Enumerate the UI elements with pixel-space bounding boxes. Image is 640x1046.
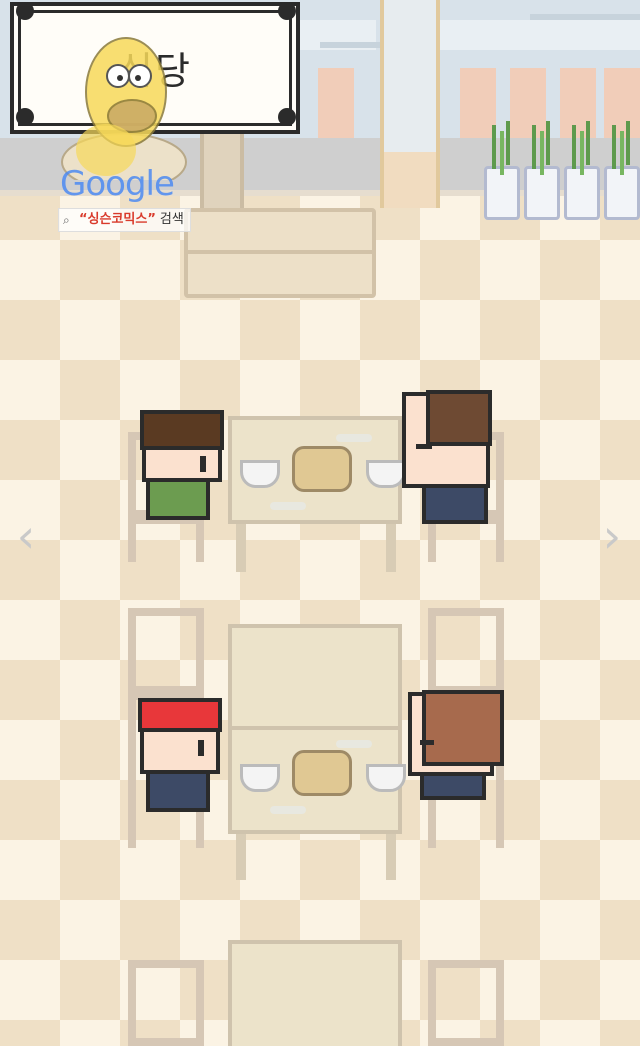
wall-window (510, 68, 546, 138)
table (228, 416, 406, 524)
side-dish (336, 740, 372, 748)
chevron-left-icon[interactable]: ‹ (6, 513, 46, 559)
character-bandana (138, 698, 222, 732)
character-hair (422, 690, 504, 766)
character-eye (416, 444, 432, 449)
character-hair (426, 390, 492, 446)
table (228, 940, 402, 1046)
character-shirt (420, 772, 486, 800)
chevron-right-icon[interactable]: › (592, 513, 632, 559)
plant-pot (604, 125, 640, 220)
side-dish (270, 502, 306, 510)
chair (128, 960, 204, 1046)
pillar (380, 0, 440, 208)
character-eye (198, 740, 204, 756)
search-word: 검색 (159, 212, 184, 227)
character-shirt (146, 770, 210, 812)
chair (428, 960, 504, 1046)
search-query: “싱슨코믹스” (79, 212, 156, 227)
wall-window (318, 68, 354, 138)
bowl (240, 460, 280, 488)
wall-stripe (320, 42, 380, 48)
bowl (366, 460, 406, 488)
character-shirt (422, 484, 488, 524)
wall-window (560, 68, 596, 138)
wall-stripe (530, 14, 640, 20)
bread-basket (292, 750, 352, 796)
plant-pot (564, 125, 600, 220)
plant-pot (484, 125, 520, 220)
character-eye (200, 456, 206, 472)
bowl (366, 764, 406, 792)
table-leg (386, 520, 396, 572)
character-hair (140, 410, 224, 450)
table-leg (236, 828, 246, 880)
side-dish (270, 806, 306, 814)
bowl (240, 764, 280, 792)
search-hint-watermark: “싱슨코믹스”검색 (58, 208, 191, 232)
table-leg (236, 520, 246, 572)
table (228, 726, 406, 834)
side-dish (336, 434, 372, 442)
wall-window (460, 68, 496, 138)
table-leg (386, 828, 396, 880)
cartoon-character-watermark (61, 37, 187, 180)
character-shirt (146, 478, 210, 520)
google-logo-watermark: Google (60, 164, 175, 204)
wall-panel (436, 20, 640, 50)
sign-corner (278, 2, 296, 20)
restaurant-scene: 식당 Google “싱슨코믹스”검색 ‹ › (0, 0, 640, 1046)
wall-window (604, 68, 640, 138)
counter (184, 208, 376, 298)
plant-pot (524, 125, 560, 220)
sign-corner (16, 108, 34, 126)
table (228, 624, 402, 732)
character-eye (420, 740, 434, 745)
bread-basket (292, 446, 352, 492)
sign-corner (16, 2, 34, 20)
sign-corner (278, 108, 296, 126)
